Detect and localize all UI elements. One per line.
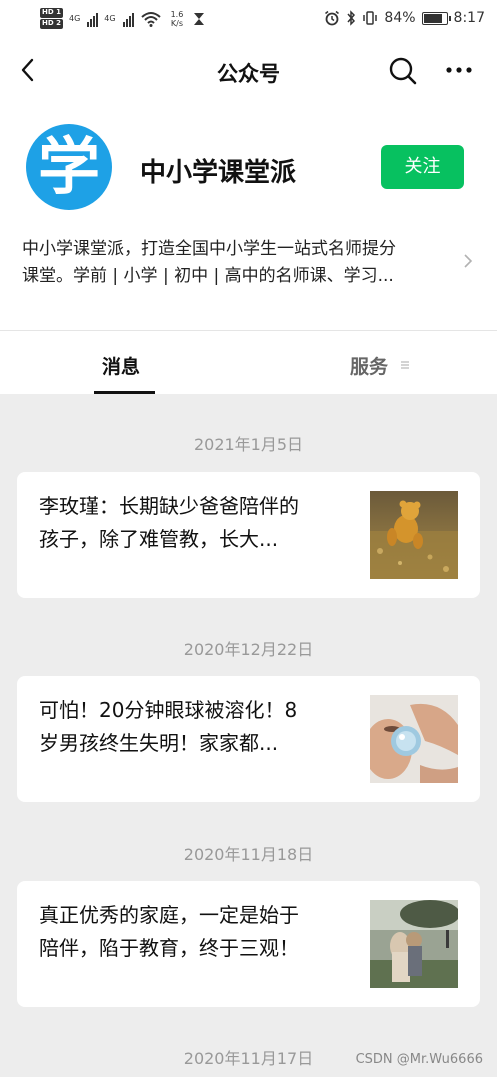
clock-time: 8:17 xyxy=(453,10,485,26)
network-type-2: 4G xyxy=(104,14,116,23)
search-icon[interactable] xyxy=(388,56,418,86)
tab-services[interactable]: 服务 xyxy=(350,352,388,379)
battery-fill xyxy=(423,13,442,23)
chevron-right-icon[interactable] xyxy=(462,252,474,270)
account-intro[interactable]: 中小学课堂派，打造全国中小学生一站式名师提分 课堂。学前 | 小学 | 初中 |… xyxy=(22,236,454,290)
article-title-line-2: 陪伴，陷于教育，终于三观！ xyxy=(39,936,299,960)
tab-bar: 消息 服务 xyxy=(0,330,497,394)
hd1-badge: HD 1 xyxy=(40,8,63,18)
status-left: HD 1 HD 2 4G 4G 1.6 K/s xyxy=(40,8,205,29)
article-card[interactable]: 可怕！20分钟眼球被溶化！8 岁男孩终生失明！家家都... xyxy=(17,676,480,802)
battery-icon xyxy=(421,11,451,25)
account-profile: 学 中小学课堂派 关注 中小学课堂派，打造全国中小学生一站式名师提分 课堂。学前… xyxy=(0,102,497,330)
follow-button[interactable]: 关注 xyxy=(381,145,464,189)
speed-value: 1.6 xyxy=(170,9,184,19)
avatar-logo-glyph: 学 xyxy=(37,130,100,203)
article-title: 可怕！20分钟眼球被溶化！8 岁男孩终生失明！家家都... xyxy=(39,694,339,760)
article-title-line-1: 可怕！20分钟眼球被溶化！8 xyxy=(39,698,298,722)
article-thumbnail xyxy=(370,695,458,783)
app-screen: HD 1 HD 2 4G 4G 1.6 K/s 84% 8:17 公众号 学 中… xyxy=(0,0,497,1077)
article-title: 真正优秀的家庭，一定是始于 陪伴，陷于教育，终于三观！ xyxy=(39,899,339,965)
signal-1-icon xyxy=(87,11,99,27)
article-card[interactable]: 李玫瑾：长期缺少爸爸陪伴的 孩子，除了难管教，长大... xyxy=(17,472,480,598)
article-title-line-1: 李玫瑾：长期缺少爸爸陪伴的 xyxy=(39,494,299,518)
article-thumbnail xyxy=(370,900,458,988)
menu-lines-icon xyxy=(401,361,409,369)
signal-2-icon xyxy=(122,11,134,27)
more-options-icon[interactable] xyxy=(444,58,474,82)
status-right: 84% 8:17 xyxy=(324,10,485,26)
watermark-text: CSDN @Mr.Wu6666 xyxy=(355,1052,483,1067)
article-title: 李玫瑾：长期缺少爸爸陪伴的 孩子，除了难管教，长大... xyxy=(39,490,339,556)
top-nav-bar: 公众号 xyxy=(0,40,497,102)
date-label: 2020年11月18日 xyxy=(183,845,314,864)
article-title-line-2: 孩子，除了难管教，长大... xyxy=(39,527,279,551)
alarm-icon xyxy=(325,10,340,26)
article-card[interactable]: 真正优秀的家庭，一定是始于 陪伴，陷于教育，终于三观！ xyxy=(17,881,480,1007)
speed-unit: K/s xyxy=(170,18,183,28)
wifi-icon xyxy=(140,11,161,27)
hd2-badge: HD 2 xyxy=(40,19,63,29)
page-title: 公众号 xyxy=(217,62,280,86)
date-label: 2020年12月22日 xyxy=(183,640,314,659)
account-avatar[interactable]: 学 xyxy=(26,124,112,210)
article-title-line-2: 岁男孩终生失明！家家都... xyxy=(39,731,279,755)
active-tab-indicator xyxy=(94,391,155,394)
bluetooth-icon xyxy=(347,10,356,26)
intro-line-2: 课堂。学前 | 小学 | 初中 | 高中的名师课、学习... xyxy=(22,266,394,286)
tab-messages[interactable]: 消息 xyxy=(102,352,140,379)
battery-percent: 84% xyxy=(384,10,416,26)
network-speed: 1.6 K/s xyxy=(171,10,184,28)
status-bar: HD 1 HD 2 4G 4G 1.6 K/s 84% 8:17 xyxy=(0,0,497,40)
article-title-line-1: 真正优秀的家庭，一定是始于 xyxy=(39,903,299,927)
network-type-1: 4G xyxy=(68,14,81,23)
article-thumbnail xyxy=(370,491,458,579)
account-name: 中小学课堂派 xyxy=(140,158,297,188)
date-label: 2021年1月5日 xyxy=(193,435,304,454)
hourglass-icon xyxy=(194,12,205,25)
intro-line-1: 中小学课堂派，打造全国中小学生一站式名师提分 xyxy=(22,239,396,259)
vibrate-icon xyxy=(363,11,378,25)
